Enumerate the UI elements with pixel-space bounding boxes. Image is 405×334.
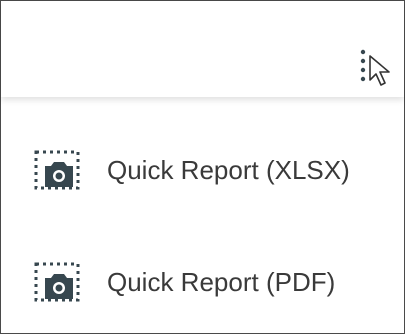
quick-report-menu-panel: Quick Report (XLSX) Quick Report (PDF) (0, 0, 405, 334)
mouse-pointer-icon (369, 55, 390, 86)
menu-item-label: Quick Report (PDF) (107, 267, 336, 297)
camera-snapshot-icon (34, 262, 80, 302)
menu-item-quick-report-xlsx[interactable]: Quick Report (XLSX) (1, 109, 404, 209)
menu-item-label: Quick Report (XLSX) (107, 155, 350, 185)
more-vertical-icon[interactable] (360, 49, 366, 83)
menu-item-quick-report-pdf[interactable]: Quick Report (PDF) (1, 221, 404, 321)
camera-snapshot-icon (34, 150, 80, 190)
menu-header (1, 1, 404, 97)
